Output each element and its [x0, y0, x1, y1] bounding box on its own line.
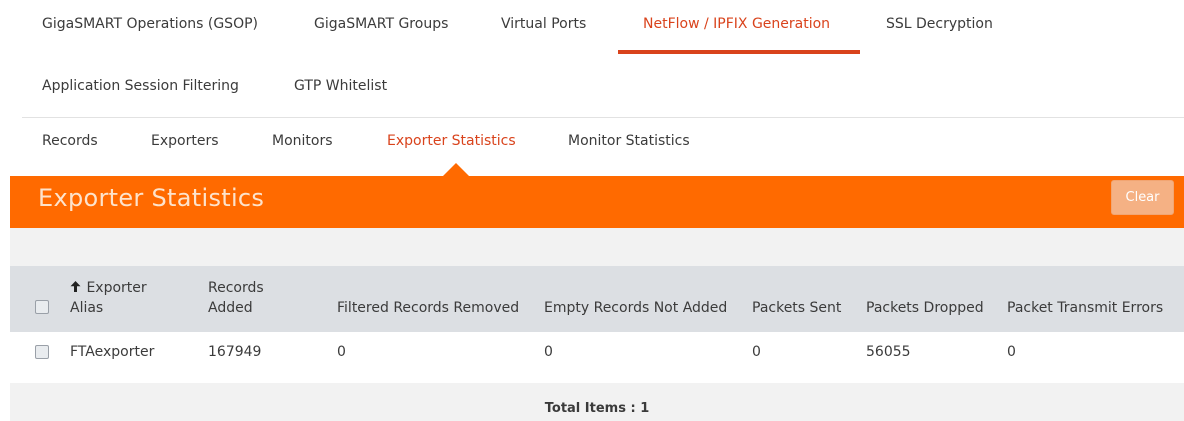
tab-netflow-ipfix-generation[interactable]: NetFlow / IPFIX Generation [643, 16, 830, 32]
column-label: Added [208, 300, 253, 316]
cell-filtered-records-removed: 0 [337, 344, 346, 360]
page-header: Exporter Statistics Clear [10, 176, 1184, 228]
cell-packet-transmit-errors: 0 [1007, 344, 1016, 360]
top-tab-bar: GigaSMART Operations (GSOP) GigaSMART Gr… [0, 0, 1184, 118]
cell-empty-records-not-added: 0 [544, 344, 553, 360]
subtab-exporters[interactable]: Exporters [151, 133, 219, 149]
row-checkbox[interactable] [35, 345, 49, 359]
active-subtab-pointer [443, 163, 469, 176]
column-records-added[interactable]: Records Added [208, 278, 264, 318]
cell-records-added: 167949 [208, 344, 262, 360]
cell-packets-dropped: 56055 [866, 344, 911, 360]
table-toolbar [10, 228, 1184, 266]
table-row[interactable]: FTAexporter 167949 0 0 0 56055 0 [10, 333, 1184, 373]
column-label: Records [208, 280, 264, 296]
column-label: Exporter [86, 280, 147, 296]
subtab-exporter-statistics[interactable]: Exporter Statistics [387, 133, 516, 149]
column-packet-transmit-errors[interactable]: Packet Transmit Errors [1007, 298, 1163, 318]
tab-ssl-decryption[interactable]: SSL Decryption [886, 16, 993, 32]
column-packets-sent[interactable]: Packets Sent [752, 298, 841, 318]
tab-application-session-filtering[interactable]: Application Session Filtering [42, 78, 239, 94]
clear-button[interactable]: Clear [1111, 180, 1174, 215]
table-header: Exporter Alias Records Added Filtered Re… [10, 266, 1184, 332]
column-exporter-alias[interactable]: Exporter Alias [70, 278, 147, 318]
total-items-label: Total Items : 1 [544, 401, 650, 416]
subtab-monitors[interactable]: Monitors [272, 133, 333, 149]
tab-gigasmart-operations[interactable]: GigaSMART Operations (GSOP) [42, 16, 258, 32]
table-footer: Total Items : 1 [10, 383, 1184, 421]
tab-gtp-whitelist[interactable]: GTP Whitelist [294, 78, 387, 94]
column-label: Alias [70, 300, 104, 316]
tab-divider [22, 117, 1184, 118]
tab-virtual-ports[interactable]: Virtual Ports [501, 16, 586, 32]
column-packets-dropped[interactable]: Packets Dropped [866, 298, 984, 318]
page-title: Exporter Statistics [38, 184, 265, 212]
cell-packets-sent: 0 [752, 344, 761, 360]
column-filtered-records-removed[interactable]: Filtered Records Removed [337, 298, 519, 318]
active-tab-indicator [618, 50, 860, 54]
subtab-records[interactable]: Records [42, 133, 98, 149]
tab-gigasmart-groups[interactable]: GigaSMART Groups [314, 16, 448, 32]
select-all-checkbox[interactable] [35, 300, 49, 314]
subtab-monitor-statistics[interactable]: Monitor Statistics [568, 133, 690, 149]
column-empty-records-not-added[interactable]: Empty Records Not Added [544, 298, 727, 318]
arrow-up-icon [70, 278, 82, 298]
cell-exporter-alias: FTAexporter [70, 344, 155, 360]
